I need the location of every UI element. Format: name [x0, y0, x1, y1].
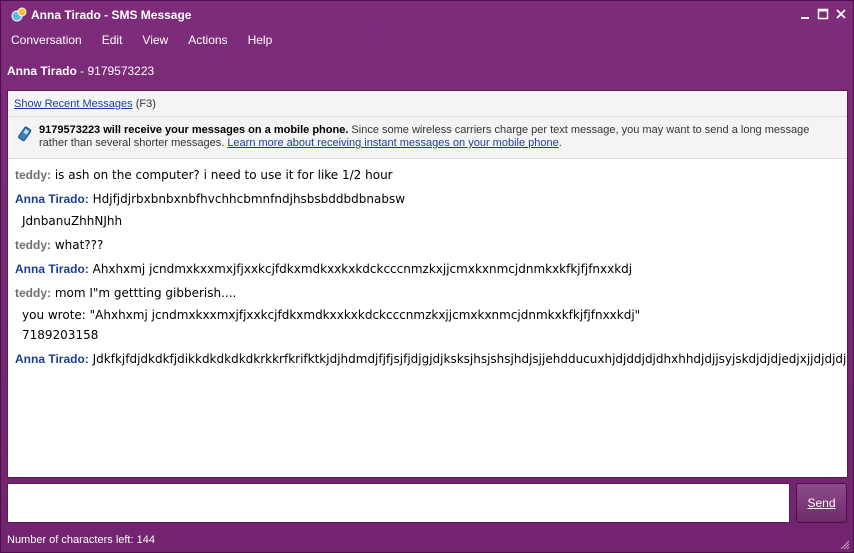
message: teddy: is ash on the computer? i need to…: [15, 167, 840, 183]
message: teddy: what???: [15, 237, 840, 253]
minimize-icon[interactable]: [799, 8, 811, 20]
message-text: what???: [54, 238, 104, 252]
message: Anna Tirado: Hdjfjdjrbxbnbxnbfhvchhcbmnf…: [15, 191, 840, 229]
notice-bold: 9179573223 will receive your messages on…: [39, 124, 349, 136]
contact-header: Anna Tirado - 9179573223: [7, 64, 154, 78]
characters-left-status: Number of characters left: 144: [7, 534, 155, 546]
send-label: Send: [807, 496, 836, 510]
message-text: Ahxhxmj jcndmxkxxmxjfjxxkcjfdkxmdkxxkxkd…: [92, 262, 633, 276]
menu-help[interactable]: Help: [238, 30, 283, 50]
message: teddy: mom I"m gettting gibberish.... yo…: [15, 285, 840, 343]
message-input[interactable]: [7, 483, 790, 523]
contact-separator: -: [76, 64, 88, 78]
recent-messages-bar: Show Recent Messages (F3): [8, 91, 847, 117]
message-text: 7189203158: [22, 328, 99, 342]
message-text: Jdkfkjfdjdkdkfjdikkdkdkdkdkrkkrfkrifktkj…: [92, 352, 848, 366]
contact-name: Anna Tirado: [7, 64, 77, 78]
message: Anna Tirado: Ahxhxmj jcndmxkxxmxjfjxxkcj…: [15, 261, 840, 277]
recent-shortcut: (F3): [135, 98, 156, 110]
close-icon[interactable]: [835, 8, 847, 20]
title-bar[interactable]: Anna Tirado - SMS Message: [1, 1, 853, 29]
maximize-icon[interactable]: [817, 8, 829, 20]
message-sender: Anna Tirado:: [15, 192, 89, 206]
send-button[interactable]: Send: [796, 483, 847, 523]
message-sender: Anna Tirado:: [15, 262, 89, 276]
menu-view[interactable]: View: [132, 30, 178, 50]
window-title: Anna Tirado - SMS Message: [31, 8, 192, 22]
message-list: teddy: is ash on the computer? i need to…: [8, 159, 847, 367]
sms-window: Anna Tirado - SMS Message Conversation E…: [0, 0, 854, 553]
message-sender: teddy:: [15, 286, 51, 300]
message-sender: teddy:: [15, 168, 51, 182]
show-recent-messages-link[interactable]: Show Recent Messages: [14, 98, 133, 110]
notice-end: .: [558, 137, 562, 149]
message-sender: teddy:: [15, 238, 51, 252]
resize-grip-icon[interactable]: [840, 539, 850, 550]
mobile-phone-icon: [15, 125, 33, 143]
message-text: is ash on the computer? i need to use it…: [54, 168, 393, 182]
message-sender: Anna Tirado:: [15, 352, 89, 366]
message-text: you wrote: "Ahxhxmj jcndmxkxxmxjfjxxkcjf…: [22, 308, 641, 322]
learn-more-link[interactable]: Learn more about receiving instant messa…: [227, 137, 558, 149]
message: Anna Tirado: Jdkfkjfdjdkdkfjdikkdkdkdkdk…: [15, 351, 847, 367]
menu-edit[interactable]: Edit: [92, 30, 133, 50]
menu-bar: Conversation Edit View Actions Help: [1, 30, 282, 50]
message-text: Hdjfjdjrbxbnbxnbfhvchhcbmnfndjhsbsbddbdb…: [92, 192, 406, 206]
message-text: JdnbanuZhhNJhh: [22, 214, 123, 228]
messenger-icon: [11, 7, 27, 23]
conversation-panel: Show Recent Messages (F3) 9179573223 wil…: [7, 90, 848, 478]
message-text: mom I"m gettting gibberish....: [54, 286, 237, 300]
menu-actions[interactable]: Actions: [178, 30, 237, 50]
menu-conversation[interactable]: Conversation: [1, 30, 92, 50]
mobile-notice: 9179573223 will receive your messages on…: [8, 117, 847, 159]
contact-number: 9179573223: [87, 64, 155, 78]
